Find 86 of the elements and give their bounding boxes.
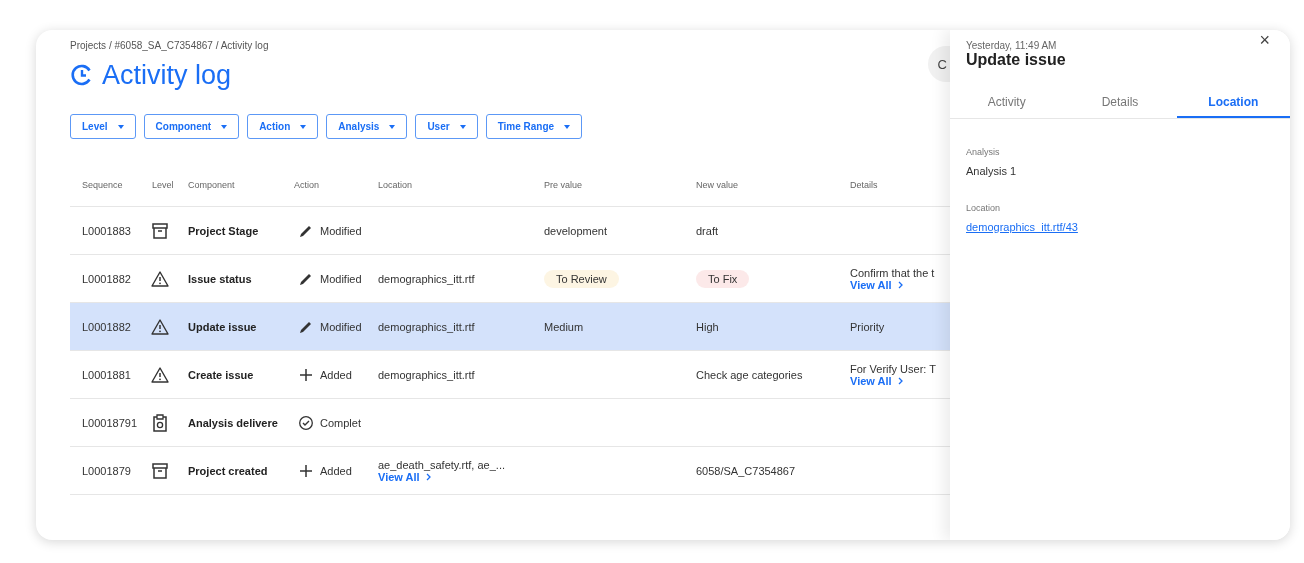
table-cell: Added: [320, 368, 352, 381]
field-label: Analysis: [966, 147, 1001, 157]
field-label: Location: [966, 203, 1002, 213]
warning-icon: [151, 269, 169, 288]
close-button[interactable]: ×: [1257, 30, 1272, 51]
column-header: Location: [378, 179, 413, 190]
filter-dropdown[interactable]: User: [415, 114, 478, 139]
location-link[interactable]: demographics_itt.rtf/43: [966, 221, 1078, 233]
table-cell: Confirm that the t: [850, 266, 935, 279]
table-cell: For Verify User: T: [850, 362, 936, 375]
caret-icon: [221, 124, 228, 129]
panel-title: Update issue: [966, 51, 1066, 69]
table-cell: draft: [696, 224, 718, 237]
column-header: Details: [850, 179, 878, 190]
filter-dropdown[interactable]: Time Range: [485, 114, 583, 139]
table-row[interactable]: L0001883 Project Stage Modified development draft: [70, 207, 950, 255]
chevron-icon: [897, 376, 903, 385]
table-cell: Project created: [188, 464, 268, 477]
column-header: Action: [294, 179, 319, 190]
table-cell: ae_death_safety.rtf, ae_...: [378, 458, 505, 471]
caret-icon: [564, 124, 571, 129]
plus-icon: [298, 462, 314, 479]
table-cell: L0001882: [82, 320, 131, 333]
table-cell: L0001882: [82, 272, 131, 285]
column-header: Sequence: [82, 179, 123, 190]
view-all-link[interactable]: View All: [850, 278, 903, 291]
tab[interactable]: Details: [1063, 88, 1177, 118]
page-title: Activity log: [102, 59, 232, 91]
warning-icon: [151, 317, 169, 336]
caret-icon: [389, 124, 396, 129]
table-cell: Modified: [320, 320, 362, 333]
warning-icon: [151, 365, 169, 384]
column-header: New value: [696, 179, 739, 190]
table-cell: Update issue: [188, 320, 257, 333]
table-cell: Create issue: [188, 368, 254, 381]
filter-dropdown[interactable]: Level: [70, 114, 136, 139]
table-cell: High: [696, 320, 719, 333]
table-cell: demographics_itt.rtf: [378, 272, 475, 285]
status-tag: To Fix: [696, 269, 750, 288]
clipboard-gear-icon: [151, 413, 169, 432]
view-all-link[interactable]: View All: [378, 470, 431, 483]
table-cell: Modified: [320, 224, 362, 237]
caret-icon: [117, 124, 124, 129]
table-cell: development: [544, 224, 607, 237]
filter-dropdown[interactable]: Analysis: [326, 114, 408, 139]
table-cell: Check age categories: [696, 368, 803, 381]
table-cell: L0001881: [82, 368, 131, 381]
chevron-icon: [425, 472, 431, 481]
table-cell: Issue status: [188, 272, 252, 285]
table-cell: Priority: [850, 320, 885, 333]
status-tag: To Review: [544, 269, 619, 288]
table-cell: L0001879: [82, 464, 131, 477]
field-value: Analysis 1: [966, 165, 1018, 177]
chevron-icon: [897, 280, 903, 289]
column-header: Level: [152, 179, 174, 190]
table-row[interactable]: L00018791 Analysis delivere Complet: [70, 399, 950, 447]
table-cell: Project Stage: [188, 224, 259, 237]
column-header: Component: [188, 179, 235, 190]
plus-icon: [298, 366, 314, 383]
table-cell: Medium: [544, 320, 584, 333]
table-cell: L0001883: [82, 224, 131, 237]
filter-dropdown[interactable]: Action: [247, 114, 319, 139]
column-header: Pre value: [544, 179, 583, 190]
table-row[interactable]: L0001879 Project created Added ae_death_safety.rtf, ae_... View All 6058/SA_C7354867: [70, 447, 950, 495]
archive-icon: [151, 461, 169, 480]
table-cell: Modified: [320, 272, 362, 285]
archive-icon: [151, 221, 169, 240]
check-circle-icon: [298, 414, 314, 431]
tab[interactable]: Location: [1176, 88, 1290, 118]
table-cell: L00018791: [82, 416, 138, 429]
table-cell: Added: [320, 464, 352, 477]
table-row[interactable]: L0001882 Update issue Modified demographics_itt.rtf Medium High Priority: [70, 303, 950, 351]
table-cell: Complet: [320, 416, 361, 429]
header-button[interactable]: C: [928, 46, 950, 82]
table-cell: demographics_itt.rtf: [378, 320, 475, 333]
table-cell: 6058/SA_C7354867: [696, 464, 796, 477]
view-all-link[interactable]: View All: [850, 374, 903, 387]
caret-icon: [300, 124, 307, 129]
table-cell: demographics_itt.rtf: [378, 368, 475, 381]
tab[interactable]: Activity: [950, 88, 1064, 118]
table-row[interactable]: L0001881 Create issue Added demographics_itt.rtf Check age categories For Verify User: T View All: [70, 351, 950, 399]
timestamp: Yesterday, 11:49 AM: [966, 40, 1057, 51]
filter-dropdown[interactable]: Component: [143, 114, 240, 139]
table-cell: Analysis delivere: [188, 416, 278, 429]
caret-icon: [459, 124, 466, 129]
breadcrumb: Projects / #6058_SA_C7354867 / Activity log: [70, 40, 269, 53]
